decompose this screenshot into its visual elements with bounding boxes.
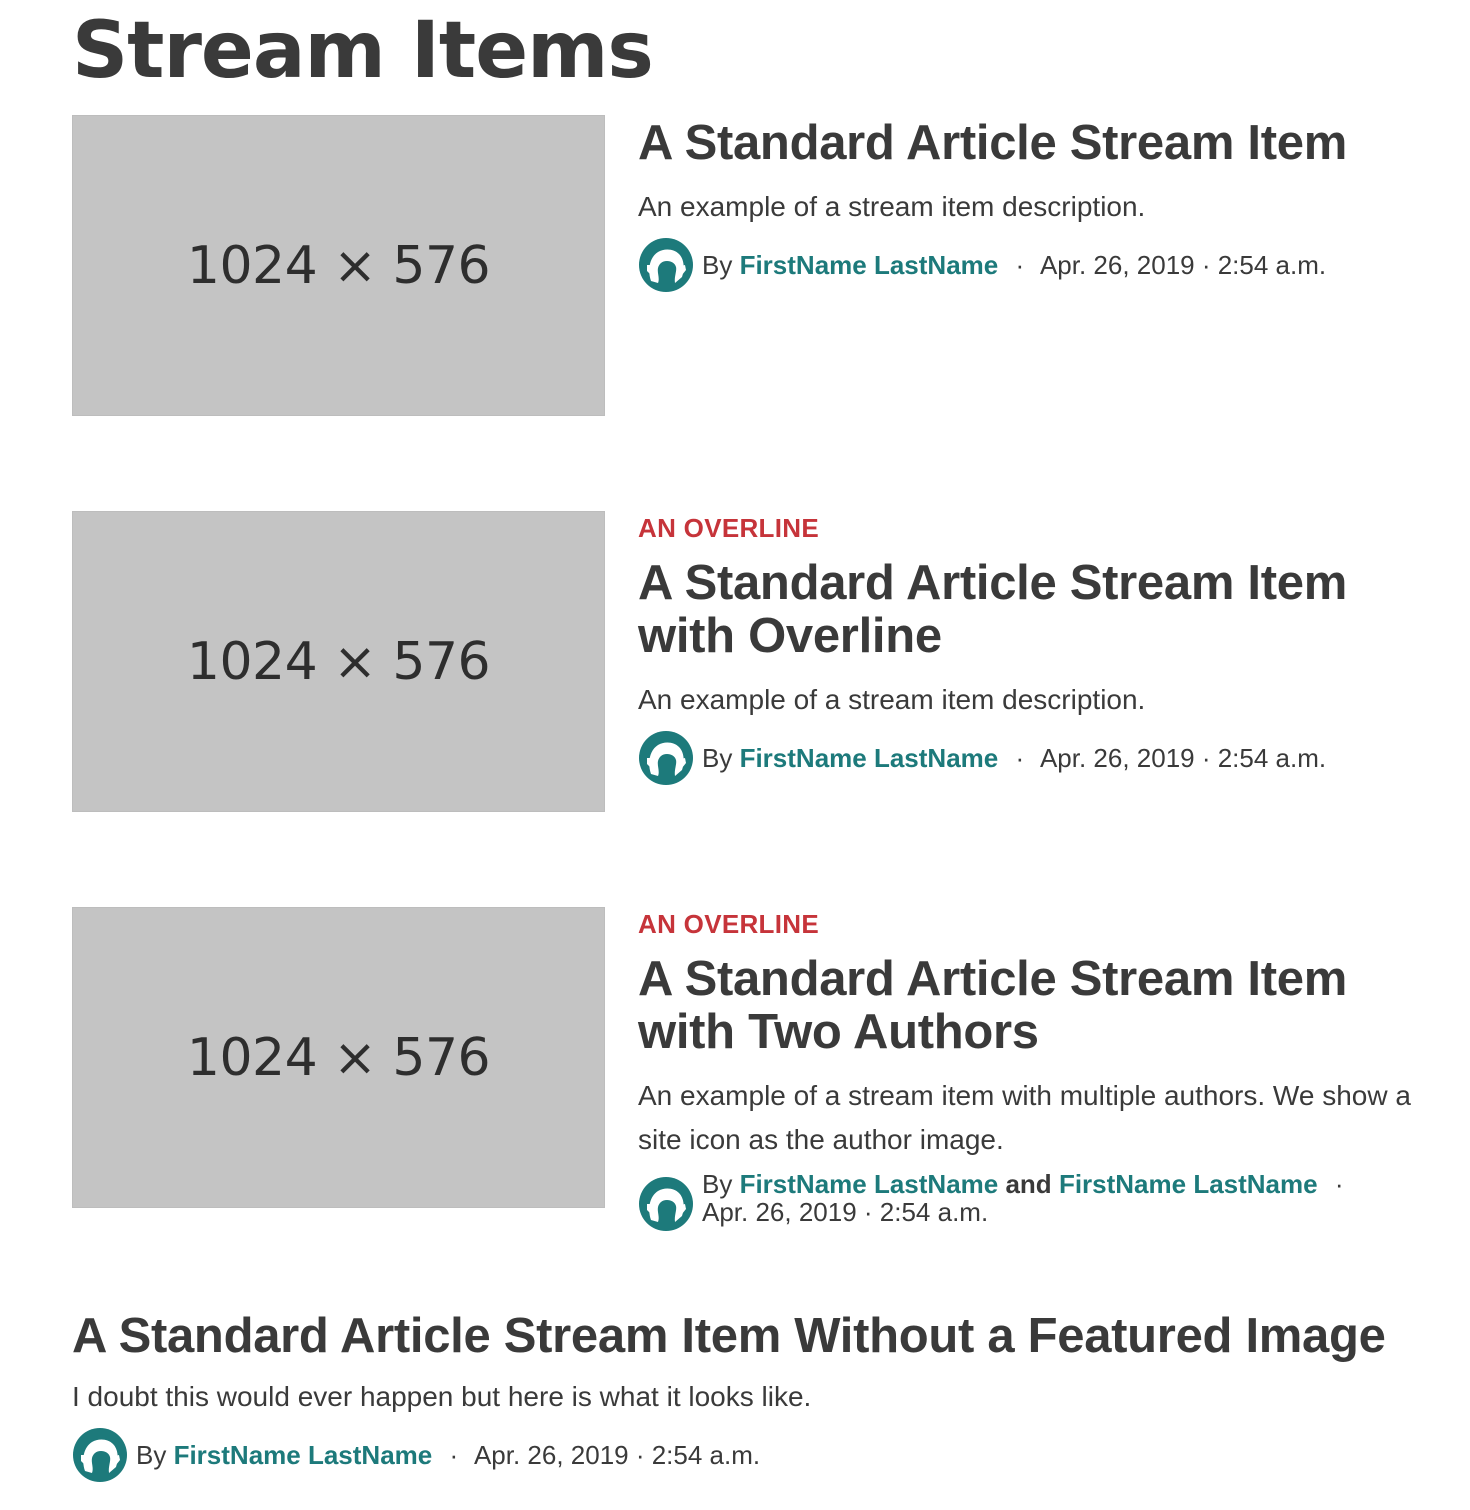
byline-prefix: By [702, 743, 733, 773]
article-description: I doubt this would ever happen but here … [72, 1381, 812, 1412]
featured-image-placeholder[interactable]: 1024 × 576 [72, 907, 605, 1208]
article-description: An example of a stream item description. [638, 684, 1146, 715]
byline-prefix: By [136, 1440, 167, 1470]
publish-date: Apr. 26, 2019 · 2:54 a.m. [702, 1197, 989, 1227]
byline: By FirstName LastName and FirstName Last… [638, 1170, 1428, 1232]
author-link[interactable]: FirstName LastName [174, 1440, 433, 1470]
publish-date: Apr. 26, 2019 · 2:54 a.m. [1039, 250, 1327, 280]
author-link[interactable]: FirstName LastName [740, 743, 999, 773]
author-link[interactable]: FirstName LastName [1059, 1169, 1318, 1199]
article-headline-link[interactable]: A Standard Article Stream Item with Over… [638, 557, 1428, 663]
byline-text: By FirstName LastName and FirstName Last… [702, 1170, 1354, 1226]
byline-separator: · [1015, 250, 1025, 280]
stream-item: A Standard Article Stream Item Without a… [72, 1310, 1432, 1483]
byline: By FirstName LastName · Apr. 26, 2019 · … [638, 237, 1428, 293]
byline-separator: · [449, 1440, 459, 1470]
article-headline-link[interactable]: A Standard Article Stream Item Without a… [72, 1310, 1432, 1363]
author-joiner: and [1005, 1169, 1052, 1199]
byline-prefix: By [702, 1169, 733, 1199]
article-description: An example of a stream item with multipl… [638, 1080, 1411, 1155]
byline: By FirstName LastName · Apr. 26, 2019 · … [72, 1427, 1432, 1483]
overline: AN OVERLINE [638, 909, 819, 939]
article-description: An example of a stream item description. [638, 191, 1146, 222]
article-headline-link[interactable]: A Standard Article Stream Item [638, 117, 1428, 170]
byline-text: By FirstName LastName · Apr. 26, 2019 · … [136, 1440, 760, 1470]
byline-prefix: By [702, 250, 733, 280]
site-avatar-icon [72, 1427, 128, 1483]
image-dimensions-label: 1024 × 576 [186, 631, 491, 692]
byline-text: By FirstName LastName · Apr. 26, 2019 · … [702, 250, 1326, 280]
byline-separator: · [1015, 743, 1025, 773]
image-dimensions-label: 1024 × 576 [186, 235, 491, 296]
author-link[interactable]: FirstName LastName [740, 250, 999, 280]
author-link[interactable]: FirstName LastName [740, 1169, 999, 1199]
stream-item-content: AN OVERLINE A Standard Article Stream It… [638, 907, 1428, 1232]
byline-separator: · [1334, 1169, 1344, 1199]
page-title: Stream Items [72, 6, 654, 96]
publish-date: Apr. 26, 2019 · 2:54 a.m. [473, 1440, 761, 1470]
byline-text: By FirstName LastName · Apr. 26, 2019 · … [702, 743, 1326, 773]
publish-date: Apr. 26, 2019 · 2:54 a.m. [1039, 743, 1327, 773]
stream-item-content: A Standard Article Stream Item An exampl… [638, 115, 1428, 293]
featured-image-placeholder[interactable]: 1024 × 576 [72, 511, 605, 812]
featured-image-placeholder[interactable]: 1024 × 576 [72, 115, 605, 416]
site-avatar-icon [638, 237, 694, 293]
site-avatar-icon [638, 1176, 694, 1232]
byline: By FirstName LastName · Apr. 26, 2019 · … [638, 730, 1428, 786]
stream-item-content: AN OVERLINE A Standard Article Stream It… [638, 511, 1428, 786]
image-dimensions-label: 1024 × 576 [186, 1027, 491, 1088]
site-avatar-icon [638, 730, 694, 786]
article-headline-link[interactable]: A Standard Article Stream Item with Two … [638, 953, 1428, 1059]
overline: AN OVERLINE [638, 513, 819, 543]
